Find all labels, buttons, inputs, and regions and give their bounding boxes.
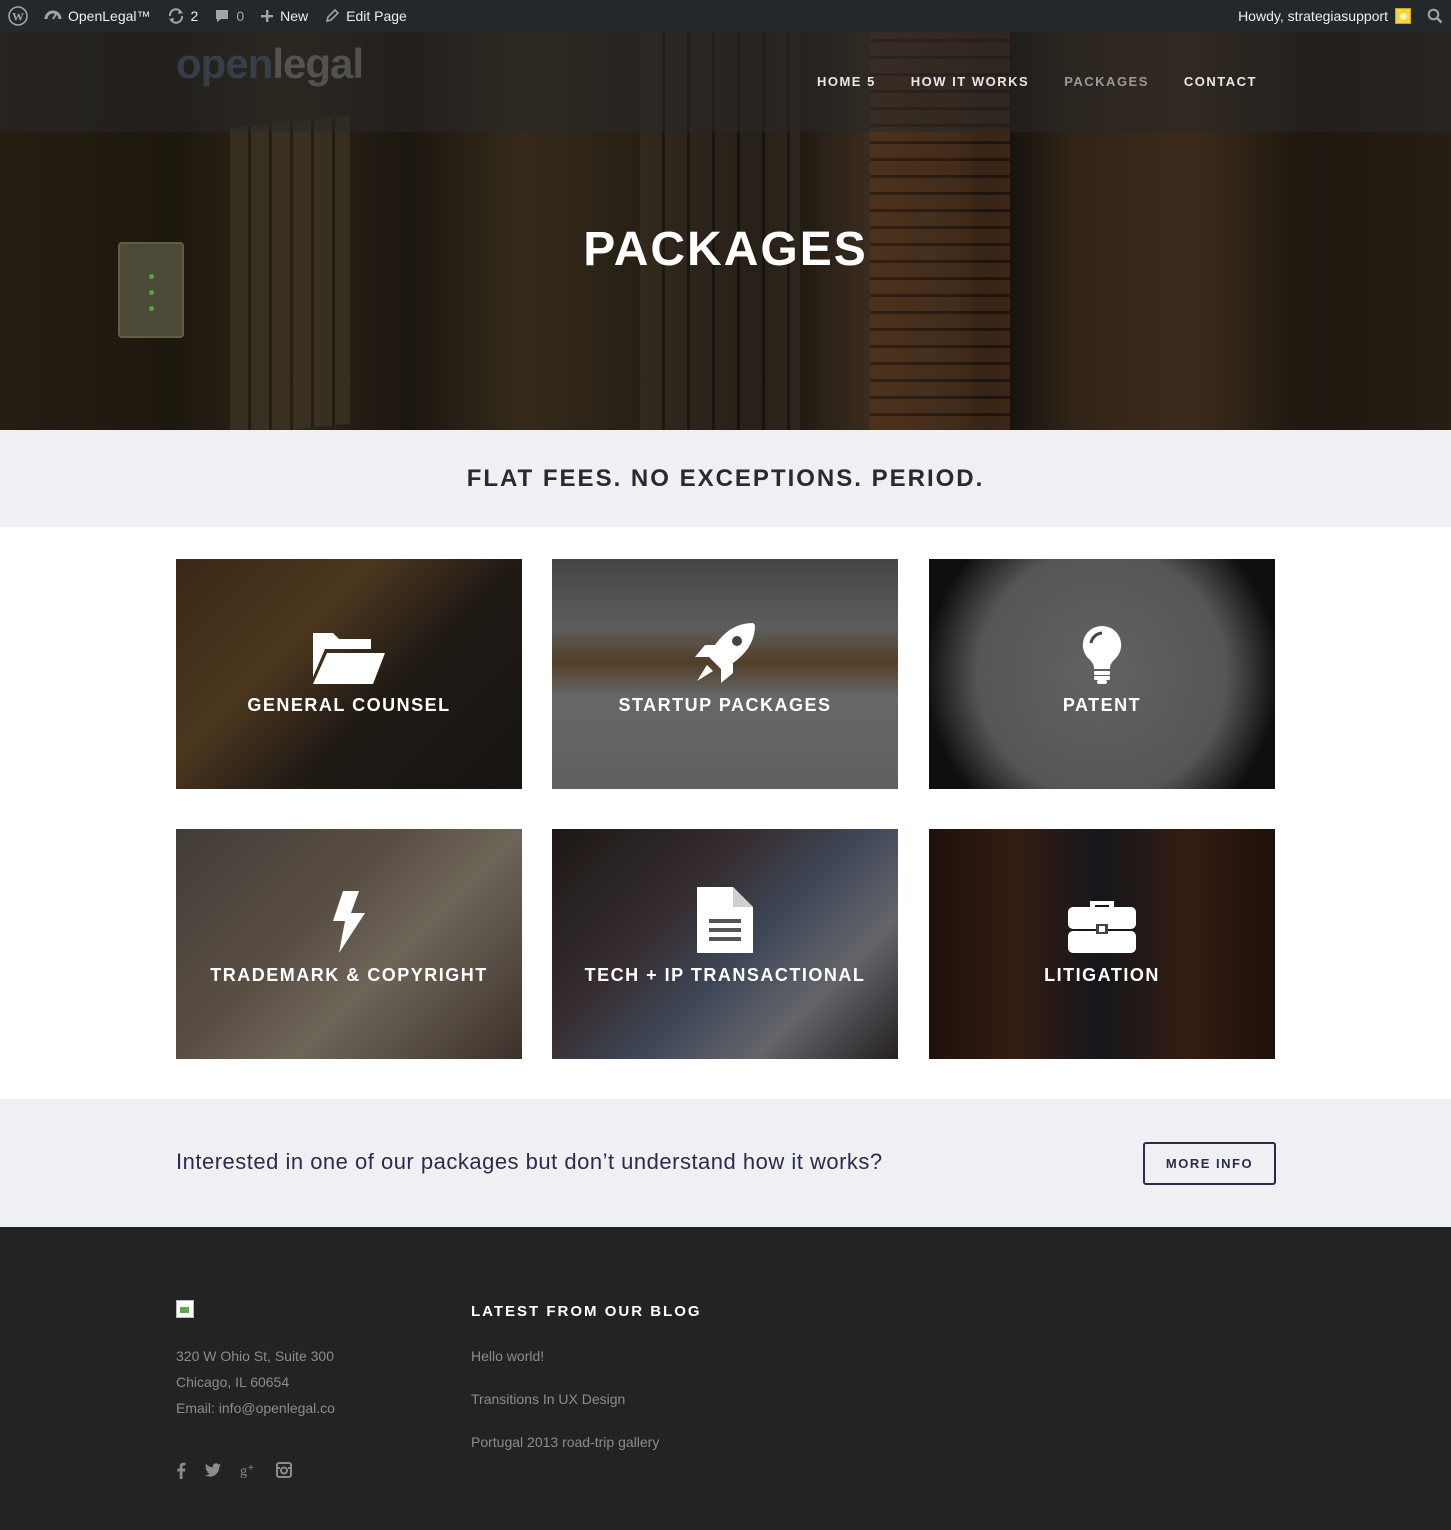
logo-text-legal: legal (272, 40, 364, 87)
address-line-1: 320 W Ohio St, Suite 300 (176, 1348, 334, 1364)
blog-heading: LATEST FROM OUR BLOG (471, 1303, 702, 1320)
site-logo[interactable]: openlegal (176, 40, 364, 88)
cta-text: Interested in one of our packages but do… (176, 1149, 883, 1174)
footer-email[interactable]: Email: info@openlegal.co (176, 1395, 335, 1421)
address-line-2: Chicago, IL 60654 (176, 1374, 290, 1390)
document-icon (685, 886, 765, 955)
google-plus-icon[interactable]: g + (240, 1462, 258, 1485)
package-label: STARTUP PACKAGES (618, 694, 832, 715)
plus-icon (261, 10, 274, 22)
cta-band: Interested in one of our packages but do… (0, 1099, 1451, 1227)
comments-link[interactable]: 0 (206, 0, 252, 32)
updates-link[interactable]: 2 (159, 0, 207, 32)
footer-logo-broken-image (176, 1300, 194, 1318)
folder-open-icon (309, 619, 389, 685)
dashboard-icon (44, 10, 62, 20)
site-header: openlegal HOME 5 HOW IT WORKS PACKAGES C… (0, 32, 1451, 132)
refresh-icon (168, 8, 183, 24)
nav-item-contact[interactable]: CONTACT (1184, 74, 1257, 89)
comments-count: 0 (236, 8, 245, 24)
nav-item-how-it-works[interactable]: HOW IT WORKS (911, 74, 1029, 89)
new-label: New (280, 8, 309, 24)
blog-post-list: Hello world! Transitions In UX Design Po… (471, 1348, 659, 1477)
main-nav: HOME 5 HOW IT WORKS PACKAGES CONTACT (817, 74, 1257, 89)
comment-icon (216, 10, 229, 22)
instagram-icon[interactable] (276, 1462, 292, 1485)
nav-item-packages[interactable]: PACKAGES (1064, 74, 1149, 89)
lightning-bolt-icon (309, 889, 389, 955)
social-links: g + (176, 1462, 292, 1485)
footer-address: 320 W Ohio St, Suite 300 Chicago, IL 606… (176, 1343, 335, 1421)
edit-page-link[interactable]: Edit Page (316, 0, 415, 32)
page-title: PACKAGES (583, 223, 868, 276)
wordpress-logo-icon[interactable]: W (0, 0, 36, 32)
admin-bar-left: W OpenLegal™ 2 0 New Edit Page (0, 0, 415, 32)
svg-text:W: W (12, 10, 24, 24)
blog-post-link[interactable]: Portugal 2013 road-trip gallery (471, 1434, 659, 1477)
admin-bar-right: Howdy, strategiasupport (1230, 0, 1451, 32)
edit-page-label: Edit Page (346, 8, 407, 24)
package-label: LITIGATION (1044, 964, 1160, 985)
twitter-icon[interactable] (204, 1462, 222, 1485)
avatar (1395, 8, 1411, 24)
rocket-icon (685, 619, 765, 685)
search-icon (1427, 8, 1443, 24)
package-tile-litigation[interactable]: LITIGATION (929, 829, 1275, 1059)
lightbulb-icon (1062, 619, 1142, 685)
admin-search-button[interactable] (1419, 0, 1451, 32)
hero-banner: openlegal HOME 5 HOW IT WORKS PACKAGES C… (0, 32, 1451, 430)
site-name: OpenLegal™ (68, 8, 151, 24)
package-tile-patent[interactable]: PATENT (929, 559, 1275, 789)
site-name-link[interactable]: OpenLegal™ (36, 0, 159, 32)
package-tile-general-counsel[interactable]: GENERAL COUNSEL (176, 559, 522, 789)
greeting-text: Howdy, strategiasupport (1238, 8, 1388, 24)
package-tile-trademark-copyright[interactable]: TRADEMARK & COPYRIGHT (176, 829, 522, 1059)
admin-bar: W OpenLegal™ 2 0 New Edit Page Howdy, st… (0, 0, 1451, 32)
new-content-link[interactable]: New (252, 0, 316, 32)
package-tile-startup-packages[interactable]: STARTUP PACKAGES (552, 559, 898, 789)
tagline-heading: FLAT FEES. NO EXCEPTIONS. PERIOD. (466, 464, 985, 492)
blog-post-link[interactable]: Hello world! (471, 1348, 659, 1391)
more-info-button[interactable]: MORE INFO (1143, 1142, 1276, 1185)
package-label: GENERAL COUNSEL (247, 694, 451, 715)
svg-text:g: g (240, 1464, 247, 1478)
updates-count: 2 (190, 8, 199, 24)
package-label: TECH + IP TRANSACTIONAL (584, 964, 866, 985)
blog-post-link[interactable]: Transitions In UX Design (471, 1391, 659, 1434)
briefcase-icon (1062, 889, 1142, 955)
my-account-link[interactable]: Howdy, strategiasupport (1230, 0, 1419, 32)
site-footer: 320 W Ohio St, Suite 300 Chicago, IL 606… (0, 1227, 1451, 1530)
svg-text:+: + (248, 1463, 254, 1474)
pencil-icon (326, 8, 340, 23)
nav-item-home-5[interactable]: HOME 5 (817, 74, 876, 89)
package-label: PATENT (1062, 694, 1142, 715)
logo-text-open: open (176, 40, 273, 87)
package-label: TRADEMARK & COPYRIGHT (210, 964, 488, 985)
package-tile-tech-ip-transactional[interactable]: TECH + IP TRANSACTIONAL (552, 829, 898, 1059)
tagline-band: FLAT FEES. NO EXCEPTIONS. PERIOD. (0, 430, 1451, 527)
facebook-icon[interactable] (176, 1462, 186, 1485)
